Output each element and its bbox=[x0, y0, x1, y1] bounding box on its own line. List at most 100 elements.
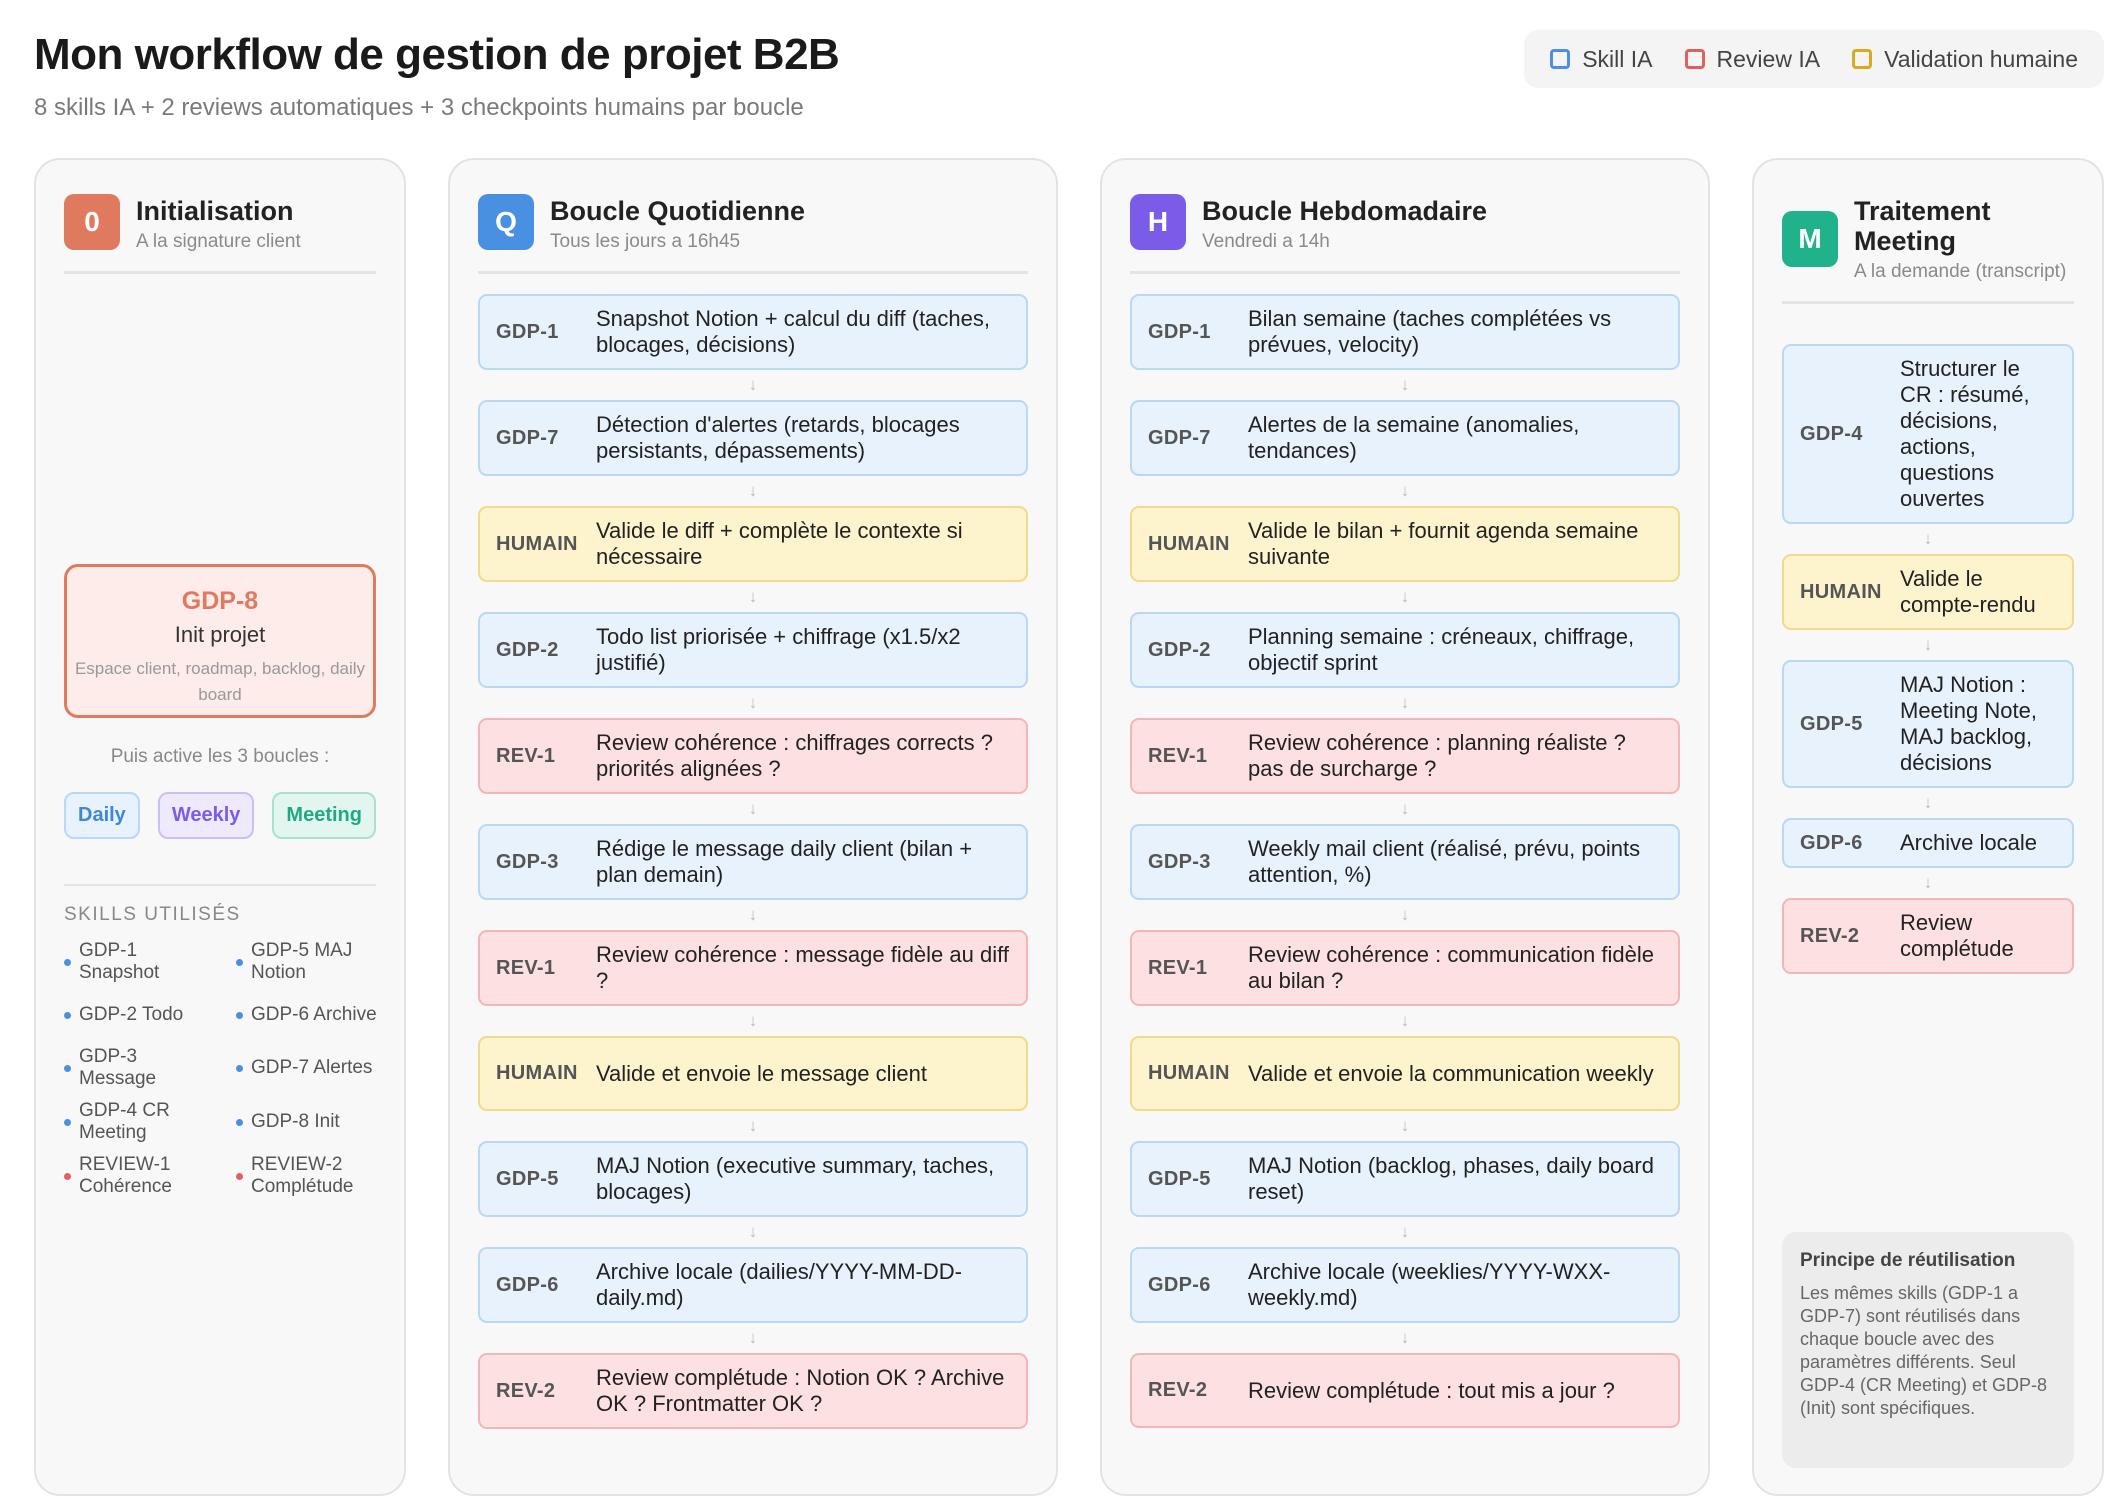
daily-step-gdp-5: GDP-5 MAJ Notion (executive summary, tach… bbox=[478, 1141, 1028, 1217]
weekly-steps: GDP-1 Bilan semaine (taches complétées vs… bbox=[1130, 294, 1680, 1428]
init-column: 0 Initialisation A la signature client G… bbox=[34, 158, 406, 1496]
step-code: GDP-6 bbox=[1800, 831, 1863, 854]
arrow-down-icon: ↓ bbox=[748, 905, 758, 924]
step-text: Planning semaine : créneaux, chiffrage, … bbox=[1248, 624, 1635, 675]
skill-item: GDP-6 Archive bbox=[236, 994, 384, 1036]
step-text: Archive locale (weeklies/YYYY-WXX-weekly… bbox=[1248, 1259, 1611, 1310]
step-text: Valide et envoie la communication weekly bbox=[1248, 1060, 1654, 1086]
principle-title: Principe de réutilisation bbox=[1800, 1250, 2016, 1271]
step-code: GDP-1 bbox=[496, 320, 559, 343]
step-text: Review complétude bbox=[1900, 910, 2014, 961]
step-code: HUMAIN bbox=[496, 1062, 578, 1084]
header: Mon workflow de gestion de projet B2B 8 … bbox=[34, 30, 840, 122]
weekly-subtitle: Vendredi a 14h bbox=[1202, 231, 1330, 252]
arrow-down-icon: ↓ bbox=[1400, 1011, 1410, 1030]
skill-label: REVIEW-1 Cohérence bbox=[79, 1154, 172, 1197]
skill-item: GDP-4 CR Meeting bbox=[64, 1100, 212, 1144]
step-code: GDP-6 bbox=[1148, 1273, 1211, 1296]
step-code: REV-2 bbox=[1148, 1379, 1208, 1401]
daily-step-gdp-3: GDP-3 Rédige le message daily client (bil… bbox=[478, 824, 1028, 900]
arrow-down-icon: ↓ bbox=[1400, 693, 1410, 712]
daily-step-rev-1: REV-1 Review cohérence : chiffrages corre… bbox=[478, 718, 1028, 794]
legend-label: Review IA bbox=[1716, 45, 1821, 72]
step-code: HUMAIN bbox=[1800, 580, 1882, 603]
arrow-down-icon: ↓ bbox=[1923, 873, 1933, 892]
weekly-step-humain: HUMAIN Valide et envoie la communication … bbox=[1130, 1036, 1680, 1111]
skill-item: REVIEW-2 Complétude bbox=[236, 1154, 384, 1198]
skills-list: GDP-1 Snapshot GDP-5 MAJ Notion GDP-2 Todo… bbox=[64, 940, 384, 1198]
step-code: GDP-4 bbox=[1800, 422, 1863, 445]
arrow-down-icon: ↓ bbox=[748, 693, 758, 712]
skill-label: GDP-7 Alertes bbox=[251, 1057, 373, 1078]
page-title: Mon workflow de gestion de projet B2B bbox=[34, 30, 840, 79]
step-code: GDP-7 bbox=[1148, 426, 1211, 449]
step-text: Valide le bilan + fournit agenda semaine… bbox=[1248, 518, 1639, 569]
arrow-down-icon: ↓ bbox=[1400, 481, 1410, 500]
step-code: HUMAIN bbox=[496, 532, 578, 555]
skill-item: REVIEW-1 Cohérence bbox=[64, 1154, 212, 1198]
arrow-down-icon: ↓ bbox=[1400, 799, 1410, 818]
init-subtitle: A la signature client bbox=[136, 231, 301, 252]
step-text: MAJ Notion : Meeting Note, MAJ backlog, … bbox=[1900, 672, 2037, 775]
weekly-step-gdp-1: GDP-1 Bilan semaine (taches complétées vs… bbox=[1130, 294, 1680, 370]
weekly-badge: H bbox=[1130, 194, 1186, 250]
weekly-step-rev-1: REV-1 Review cohérence : planning réalist… bbox=[1130, 718, 1680, 794]
arrow-down-icon: ↓ bbox=[748, 1116, 758, 1135]
step-text: Snapshot Notion + calcul du diff (taches… bbox=[596, 306, 991, 357]
step-code: REV-1 bbox=[496, 744, 556, 767]
bullet-dot-icon bbox=[64, 1118, 71, 1126]
daily-column: Q Boucle Quotidienne Tous les jours a 16… bbox=[448, 158, 1058, 1496]
step-code: REV-1 bbox=[496, 956, 556, 979]
arrow-down-icon: ↓ bbox=[748, 1222, 758, 1241]
chip-daily: Daily bbox=[64, 792, 140, 839]
step-text: Review cohérence : communication fidèle … bbox=[1248, 942, 1654, 993]
step-code: GDP-5 bbox=[496, 1167, 559, 1190]
arrow-down-icon: ↓ bbox=[1400, 375, 1410, 394]
step-code: REV-1 bbox=[1148, 956, 1208, 979]
meeting-column: M Traitement Meeting A la demande (trans… bbox=[1752, 158, 2104, 1496]
legend-item-review: Review IA bbox=[1684, 45, 1821, 73]
skill-item: GDP-1 Snapshot bbox=[64, 940, 212, 984]
step-code: HUMAIN bbox=[1148, 1062, 1230, 1084]
skill-item: GDP-8 Init bbox=[236, 1100, 384, 1144]
skill-item: GDP-3 Message bbox=[64, 1046, 212, 1090]
step-code: REV-1 bbox=[1148, 744, 1208, 767]
legend-item-human: Validation humaine bbox=[1852, 46, 2078, 73]
skill-item: GDP-2 Todo bbox=[64, 994, 212, 1036]
step-code: GDP-6 bbox=[496, 1273, 559, 1296]
step-text: Rédige le message daily client (bilan + … bbox=[596, 836, 973, 887]
step-code: GDP-1 bbox=[1148, 320, 1211, 343]
daily-subtitle: Tous les jours a 16h45 bbox=[550, 231, 741, 252]
bullet-dot-icon bbox=[64, 958, 71, 966]
step-code: GDP-3 bbox=[1148, 850, 1211, 873]
step-text: Review complétude : Notion OK ? Archive … bbox=[596, 1365, 1005, 1416]
bullet-dot-icon bbox=[64, 1064, 71, 1072]
meeting-step-gdp-6: GDP-6 Archive locale bbox=[1782, 818, 2074, 868]
bullet-dot-icon bbox=[64, 1172, 71, 1180]
arrow-down-icon: ↓ bbox=[1400, 1328, 1410, 1347]
meeting-subtitle: A la demande (transcript) bbox=[1854, 261, 2067, 282]
skill-label: GDP-6 Archive bbox=[251, 1004, 377, 1025]
daily-badge: Q bbox=[478, 194, 534, 250]
daily-step-rev-2: REV-2 Review complétude : Notion OK ? Arc… bbox=[478, 1353, 1028, 1429]
meeting-step-gdp-4: GDP-4 Structurer le CR : résumé, décision… bbox=[1782, 344, 2074, 524]
skill-label: GDP-5 MAJ Notion bbox=[251, 940, 353, 983]
daily-header: Q Boucle Quotidienne Tous les jours a 16… bbox=[478, 194, 1028, 274]
weekly-step-rev-2: REV-2 Review complétude : tout mis a jour… bbox=[1130, 1353, 1680, 1428]
arrow-down-icon: ↓ bbox=[1923, 529, 1933, 548]
weekly-step-gdp-5: GDP-5 MAJ Notion (backlog, phases, daily … bbox=[1130, 1141, 1680, 1217]
step-text: Review cohérence : chiffrages corrects ?… bbox=[596, 730, 993, 781]
legend-swatch-human bbox=[1852, 49, 1873, 69]
weekly-step-gdp-7: GDP-7 Alertes de la semaine (anomalies, t… bbox=[1130, 400, 1680, 476]
step-text: Valide le diff + complète le contexte si… bbox=[596, 518, 963, 569]
meeting-steps: GDP-4 Structurer le CR : résumé, décision… bbox=[1782, 344, 2074, 974]
arrow-down-icon: ↓ bbox=[748, 375, 758, 394]
chip-weekly: Weekly bbox=[157, 792, 255, 839]
meeting-step-gdp-5: GDP-5 MAJ Notion : Meeting Note, MAJ back… bbox=[1782, 660, 2074, 788]
legend-swatch-review bbox=[1684, 49, 1705, 69]
page-subtitle: 8 skills IA + 2 reviews automatiques + 3… bbox=[34, 94, 804, 121]
legend-swatch-skill bbox=[1550, 49, 1571, 69]
step-text: Review cohérence : planning réaliste ? p… bbox=[1248, 730, 1626, 781]
init-card-name: Init projet bbox=[174, 622, 266, 647]
meeting-header: M Traitement Meeting A la demande (trans… bbox=[1782, 194, 2074, 304]
